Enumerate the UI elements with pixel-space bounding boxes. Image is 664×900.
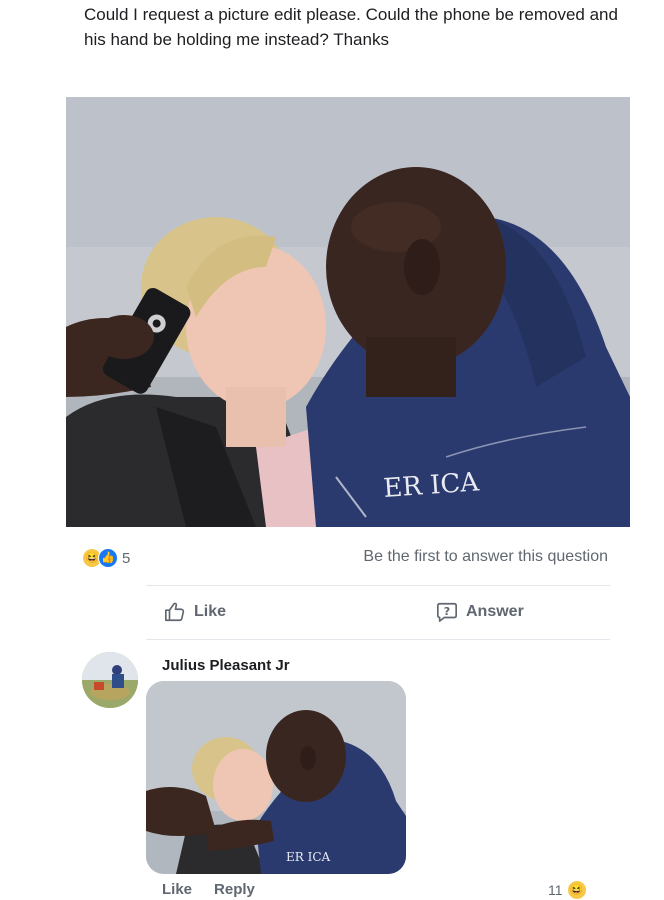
like-icon: 👍 [98, 548, 118, 568]
divider [146, 585, 610, 586]
comment-reaction-count[interactable]: 11 😆 [548, 880, 587, 900]
divider [146, 639, 610, 640]
like-label: Like [194, 603, 227, 620]
haha-icon: 😆 [566, 880, 587, 900]
couple-kissing-image: ER ICA [66, 97, 630, 527]
comment-photo[interactable]: ER ICA [146, 681, 406, 874]
comment-actions: Like Reply [162, 881, 255, 898]
post-question-text: Could I request a picture edit please. C… [84, 5, 618, 49]
like-button[interactable]: Like [164, 598, 226, 626]
edited-couple-image: ER ICA [146, 681, 406, 874]
answer-button[interactable]: ? Answer [436, 598, 524, 626]
thumbs-up-icon [165, 602, 185, 622]
commenter-name[interactable]: Julius Pleasant Jr [162, 657, 290, 674]
svg-text:?: ? [444, 605, 450, 618]
shirt-lettering: ER ICA [286, 850, 331, 864]
avatar[interactable] [82, 652, 138, 708]
answer-prompt: Be the first to answer this question [363, 548, 608, 565]
answer-label: Answer [466, 603, 524, 620]
comment-reply-link[interactable]: Reply [214, 881, 255, 898]
avatar-image [82, 652, 138, 708]
question-bubble-icon: ? [437, 602, 457, 622]
comment-reaction-number: 11 [548, 882, 563, 898]
comment-like-link[interactable]: Like [162, 881, 192, 898]
reaction-summary[interactable]: 😆 👍 5 [82, 547, 130, 569]
reaction-count: 5 [122, 549, 131, 567]
post-photo[interactable]: ER ICA [66, 97, 630, 527]
